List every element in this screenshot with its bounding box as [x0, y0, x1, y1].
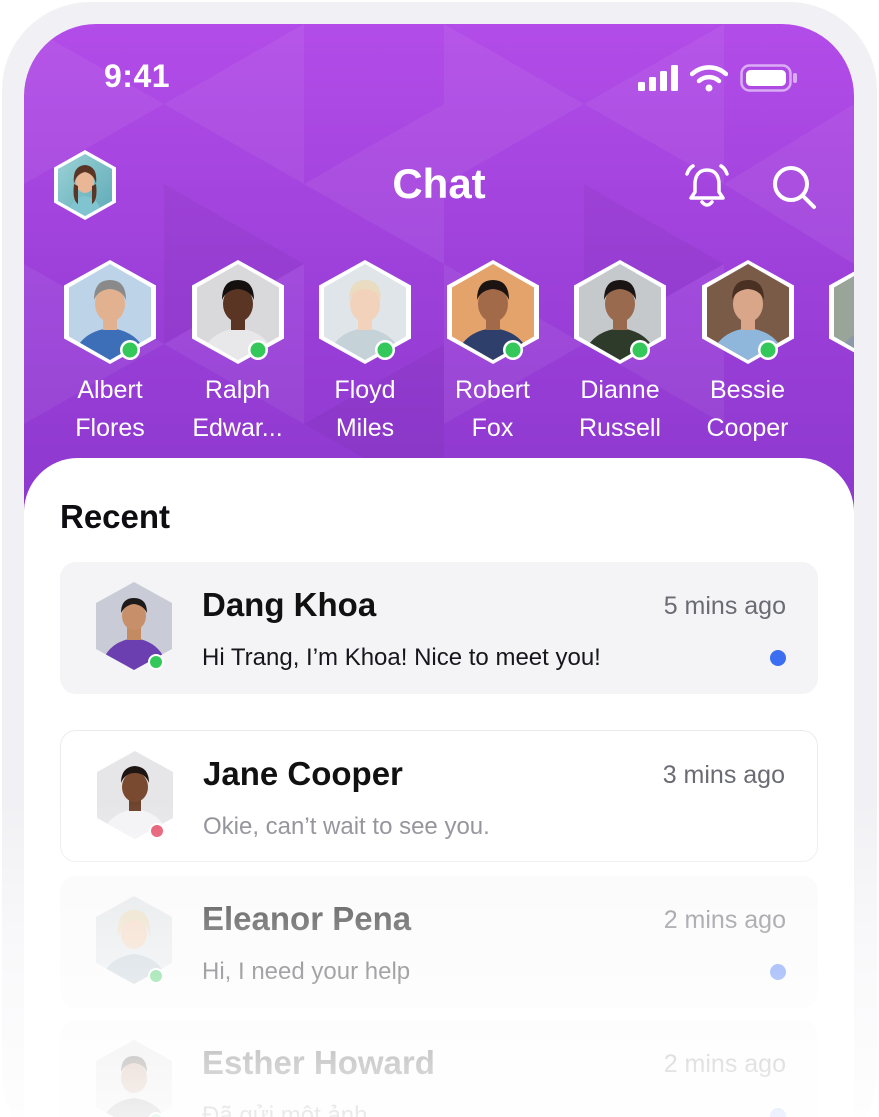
online-status-dot — [150, 656, 162, 668]
online-status-dot — [122, 342, 138, 358]
chat-name: Eleanor Pena — [202, 900, 412, 937]
contact-avatar — [446, 260, 539, 364]
cellular-signal-icon — [638, 65, 678, 91]
contact-ralph-edwar[interactable]: Ralph Edwar... — [174, 260, 302, 447]
bell-icon[interactable] — [682, 162, 732, 212]
chat-item-jane-cooper[interactable]: Jane Cooper 3 mins ago Okie, can’t wait … — [60, 730, 818, 862]
avatar — [97, 751, 173, 839]
contact-first-name: Albert — [77, 376, 143, 404]
chat-time: 2 mins ago — [663, 1050, 786, 1078]
contact-robert-fox[interactable]: Robert Fox — [429, 260, 557, 447]
chat-preview: Hi, I need your help — [202, 958, 411, 985]
online-contacts-strip: Albert Flores Ralph Edwar... Floyd Miles Rober… — [24, 260, 854, 450]
search-icon[interactable] — [769, 162, 819, 212]
status-time: 9:41 — [104, 58, 171, 94]
online-status-dot — [250, 342, 265, 358]
contact-avatar — [319, 260, 411, 364]
wifi-icon — [690, 65, 728, 92]
recent-sheet: Recent Dang Khoa 5 mins ago Hi Trang, I’… — [24, 458, 854, 1117]
contact-first-name: Floyd — [334, 376, 396, 404]
chat-preview: Hi Trang, I’m Khoa! Nice to meet you! — [202, 644, 601, 671]
contact-last-name: Edwar... — [192, 414, 283, 442]
avatar — [96, 582, 172, 670]
contact-last-name: Miles — [335, 414, 395, 442]
avatar — [96, 896, 172, 984]
chat-preview: Okie, can’t wait to see you. — [203, 813, 490, 840]
contact-avatar — [574, 260, 666, 364]
contact-last-name: Flores — [75, 414, 145, 442]
contact-first-name: J — [811, 371, 854, 409]
contact-last-name: Russell — [579, 414, 661, 442]
online-status-dot — [760, 342, 775, 358]
avatar — [96, 1040, 172, 1117]
contact-bessie-cooper[interactable]: Bessie Cooper — [684, 260, 812, 447]
contact-first-name: Dianne — [580, 376, 660, 404]
contact-last-name: Fox — [471, 414, 514, 442]
online-status-dot — [632, 342, 648, 358]
chat-name: Dang Khoa — [202, 586, 377, 623]
online-status-dot — [377, 342, 393, 358]
unread-indicator — [770, 1108, 786, 1117]
contact-last-name: Co — [811, 409, 854, 447]
chat-time: 5 mins ago — [663, 592, 786, 620]
contact-j-co[interactable]: JCo — [811, 260, 854, 447]
contact-albert-flores[interactable]: Albert Flores — [46, 260, 174, 447]
contact-first-name: Ralph — [204, 376, 271, 404]
chat-name: Esther Howard — [202, 1044, 435, 1081]
busy-status-dot — [151, 825, 163, 837]
chat-preview: Đã gửi một ảnh. — [202, 1102, 375, 1117]
battery-icon — [740, 64, 797, 92]
chat-item-dang-khoa[interactable]: Dang Khoa 5 mins ago Hi Trang, I’m Khoa!… — [60, 562, 818, 694]
recent-title: Recent — [60, 498, 171, 535]
chat-time: 3 mins ago — [662, 761, 785, 789]
contact-avatar — [701, 260, 794, 364]
contact-avatar — [64, 260, 156, 364]
app-screen: 9:41 Chat Albert Flores Ralph Edwar... F… — [24, 24, 854, 1117]
chat-name: Jane Cooper — [203, 755, 403, 792]
contact-avatar — [829, 264, 854, 360]
contact-avatar — [191, 260, 284, 364]
contact-first-name: Robert — [454, 376, 531, 404]
contact-dianne-russell[interactable]: Dianne Russell — [556, 260, 684, 447]
unread-indicator — [770, 964, 786, 980]
status-icons — [638, 64, 798, 92]
chat-item-eleanor-pena[interactable]: Eleanor Pena 2 mins ago Hi, I need your … — [60, 876, 818, 1008]
contact-floyd-miles[interactable]: Floyd Miles — [301, 260, 429, 447]
contact-last-name: Cooper — [706, 414, 789, 442]
contact-first-name: Bessie — [709, 376, 786, 404]
online-status-dot — [150, 970, 162, 982]
chat-time: 2 mins ago — [663, 906, 786, 934]
chat-item-esther-howard[interactable]: Esther Howard 2 mins ago Đã gửi một ảnh. — [60, 1020, 818, 1117]
unread-indicator — [770, 650, 786, 666]
online-status-dot — [505, 342, 520, 358]
